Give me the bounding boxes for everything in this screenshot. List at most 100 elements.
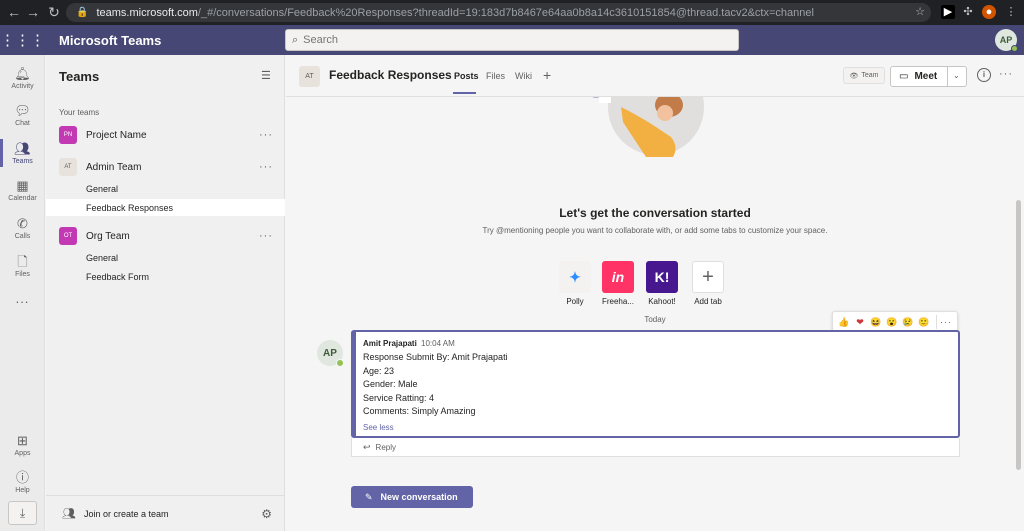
heart-reaction-icon[interactable]: ❤	[853, 315, 867, 329]
chat-icon: 💬︎	[14, 102, 31, 118]
rail-label: Help	[15, 486, 30, 494]
app-tile-label: Add tab	[694, 297, 722, 306]
app-tile-label: Freeha...	[601, 297, 634, 306]
lock-icon: 🔒	[76, 7, 89, 18]
team-pill[interactable]: 👁︎ Team	[843, 67, 885, 84]
puzzle-icon[interactable]: ✣	[961, 5, 975, 19]
app-launcher-icon[interactable]: ⋮⋮⋮	[0, 31, 45, 49]
sad-reaction-icon[interactable]: 😢	[901, 315, 915, 329]
channel-header: AT Feedback Responses Posts Files Wiki +…	[286, 55, 1024, 97]
tab-files[interactable]: Files	[486, 71, 505, 81]
channel-item-general[interactable]: General	[46, 249, 285, 266]
file-icon: 🗋	[17, 253, 28, 269]
panel-title: Teams	[59, 69, 100, 84]
rail-item-calls[interactable]: ✆ Calls	[0, 210, 45, 246]
team-name: Admin Team	[86, 161, 142, 173]
team-pill-label: Team	[861, 72, 879, 79]
team-item-admin-team[interactable]: AT Admin Team ···	[46, 154, 285, 180]
app-tile-label: Kahoot!	[648, 297, 676, 306]
search-input[interactable]	[303, 34, 704, 46]
add-people-icon: 👥︎	[62, 508, 76, 520]
conversation-area: Let's get the conversation started Try @…	[286, 97, 1024, 531]
tab-posts[interactable]: Posts	[454, 71, 479, 81]
tab-wiki[interactable]: Wiki	[515, 71, 532, 81]
bell-icon: 🔔︎	[14, 65, 31, 81]
message-line: Comments: Simply Amazing	[363, 406, 476, 416]
help-icon: ⓘ	[15, 469, 29, 485]
forward-arrow-icon[interactable]: →	[22, 4, 44, 20]
reply-button[interactable]: ↩ Reply	[351, 438, 960, 457]
see-less-link[interactable]: See less	[363, 423, 394, 432]
rail-item-apps[interactable]: ⊞ Apps	[0, 427, 45, 463]
app-tile-add-tab[interactable]: + Add tab	[691, 261, 725, 311]
reaction-separator	[936, 315, 937, 329]
new-conversation-button[interactable]: ✎ New conversation	[351, 486, 473, 508]
menu-kebab-icon[interactable]: ⋮	[1004, 5, 1018, 19]
channel-item-general[interactable]: General	[46, 180, 285, 197]
new-conversation-label: New conversation	[380, 492, 458, 502]
more-options-icon[interactable]: ···	[999, 68, 1013, 80]
user-avatar[interactable]: AP	[995, 29, 1018, 52]
teams-list-panel: Teams ☰ Your teams PN Project Name ··· A…	[46, 55, 285, 531]
message-avatar[interactable]: AP	[317, 340, 344, 367]
team-badge: OT	[59, 227, 77, 245]
kahoot-icon: K!	[646, 261, 678, 293]
message-line: Gender: Male	[363, 379, 418, 389]
channel-item-feedback-responses[interactable]: Feedback Responses	[46, 199, 285, 216]
more-options-icon[interactable]: ···	[259, 129, 273, 141]
rail-item-teams[interactable]: 👥︎ Teams	[0, 135, 45, 171]
video-camera-icon: ▭	[899, 71, 909, 82]
join-create-team[interactable]: 👥︎ Join or create a team ⚙	[46, 495, 285, 531]
channel-name: Feedback Responses	[329, 68, 452, 82]
star-icon[interactable]: ☆	[913, 5, 927, 19]
gear-icon[interactable]: ⚙	[261, 507, 272, 521]
team-item-project-name[interactable]: PN Project Name ···	[46, 122, 285, 148]
active-tab-indicator	[453, 92, 476, 94]
more-options-icon[interactable]: ···	[259, 161, 273, 173]
more-options-icon[interactable]: ···	[940, 317, 952, 327]
filter-icon[interactable]: ☰	[261, 69, 271, 82]
more-apps-icon[interactable]: ...	[0, 291, 45, 306]
team-item-org-team[interactable]: OT Org Team ···	[46, 223, 285, 249]
presence-indicator	[336, 359, 344, 367]
rail-item-activity[interactable]: 🔔︎ Activity	[0, 60, 45, 96]
download-icon[interactable]: ⤓	[8, 501, 37, 525]
reload-icon[interactable]: ↻	[43, 4, 65, 21]
app-tile-kahoot[interactable]: K! Kahoot!	[645, 261, 679, 311]
reply-arrow-icon: ↩	[363, 441, 371, 452]
surprised-reaction-icon[interactable]: 😮	[885, 315, 899, 329]
calendar-icon: ▦	[16, 177, 29, 193]
info-icon[interactable]: i	[977, 68, 991, 82]
browser-toolbar: ← → ↻ 🔒 teams.microsoft.com /_#/conversa…	[0, 0, 1024, 25]
channel-item-feedback-form[interactable]: Feedback Form	[46, 268, 285, 285]
rail-item-calendar[interactable]: ▦ Calendar	[0, 172, 45, 208]
like-reaction-icon[interactable]: 👍	[837, 315, 851, 329]
meet-button[interactable]: ▭ Meet ⌄	[890, 66, 967, 87]
app-rail: 🔔︎ Activity 💬︎ Chat 👥︎ Teams ▦ Calendar …	[0, 55, 45, 531]
user-initials: AP	[999, 35, 1013, 45]
rail-item-chat[interactable]: 💬︎ Chat	[0, 97, 45, 133]
phone-icon: ✆	[17, 215, 28, 231]
address-bar[interactable]: 🔒 teams.microsoft.com /_#/conversations/…	[66, 3, 931, 22]
compose-icon: ✎	[365, 491, 373, 502]
avatar-initials: AP	[323, 347, 337, 359]
conversation-scrollbar[interactable]	[1016, 200, 1021, 470]
laugh-reaction-icon[interactable]: 😆	[869, 315, 883, 329]
smile-reaction-icon[interactable]: 🙂	[917, 315, 931, 329]
rail-label: Activity	[11, 82, 34, 90]
extension-icon[interactable]: ▶	[941, 5, 955, 19]
message-line: Age: 23	[363, 366, 395, 376]
teams-header: ⋮⋮⋮ Microsoft Teams ⌕ AP	[0, 25, 1024, 55]
rail-item-help[interactable]: ⓘ Help	[0, 464, 45, 500]
search-box[interactable]: ⌕	[285, 29, 739, 51]
rail-item-files[interactable]: 🗋 Files	[0, 248, 45, 284]
rail-label: Chat	[15, 119, 30, 127]
message-card[interactable]: Amit Prajapati 10:04 AM Response Submit …	[351, 330, 960, 438]
app-tile-freehand[interactable]: in Freeha...	[601, 261, 635, 311]
chevron-down-icon[interactable]: ⌄	[953, 71, 960, 80]
profile-icon[interactable]: ●	[982, 5, 996, 19]
message-line: Service Ratting: 4	[363, 393, 435, 403]
more-options-icon[interactable]: ···	[259, 230, 273, 242]
add-tab-icon[interactable]: +	[543, 67, 551, 83]
app-tile-polly[interactable]: ✦ Polly	[558, 261, 592, 311]
